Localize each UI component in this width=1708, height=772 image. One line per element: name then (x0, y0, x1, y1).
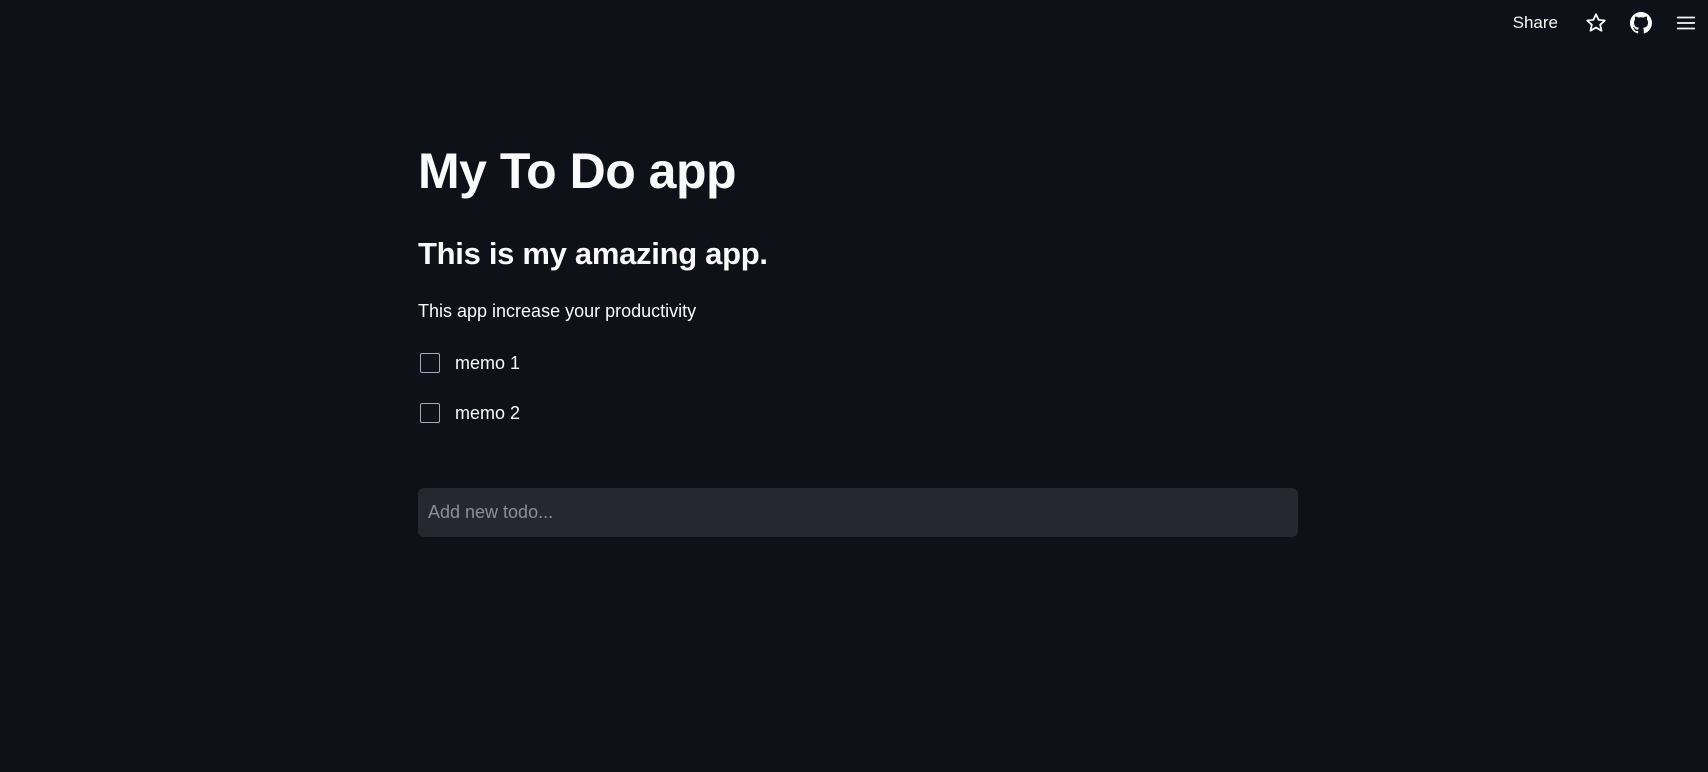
new-todo-field (418, 488, 1298, 537)
todo-label: memo 1 (455, 353, 521, 373)
top-toolbar: Share (1513, 0, 1708, 46)
page-title: My To Do app (418, 143, 737, 199)
page-subtitle: This is my amazing app. (418, 236, 768, 271)
hamburger-menu-icon[interactable] (1674, 11, 1698, 35)
github-icon[interactable] (1629, 11, 1653, 35)
checkbox[interactable] (420, 353, 440, 373)
new-todo-input[interactable] (418, 488, 1298, 537)
app-description: This app increase your productivity (418, 301, 697, 321)
todo-label: memo 2 (455, 403, 521, 423)
share-button[interactable]: Share (1513, 13, 1558, 33)
star-icon[interactable] (1584, 11, 1608, 35)
todo-item-memo-1[interactable]: memo 1 (420, 351, 520, 375)
todo-item-memo-2[interactable]: memo 2 (420, 401, 520, 425)
checkbox[interactable] (420, 403, 440, 423)
